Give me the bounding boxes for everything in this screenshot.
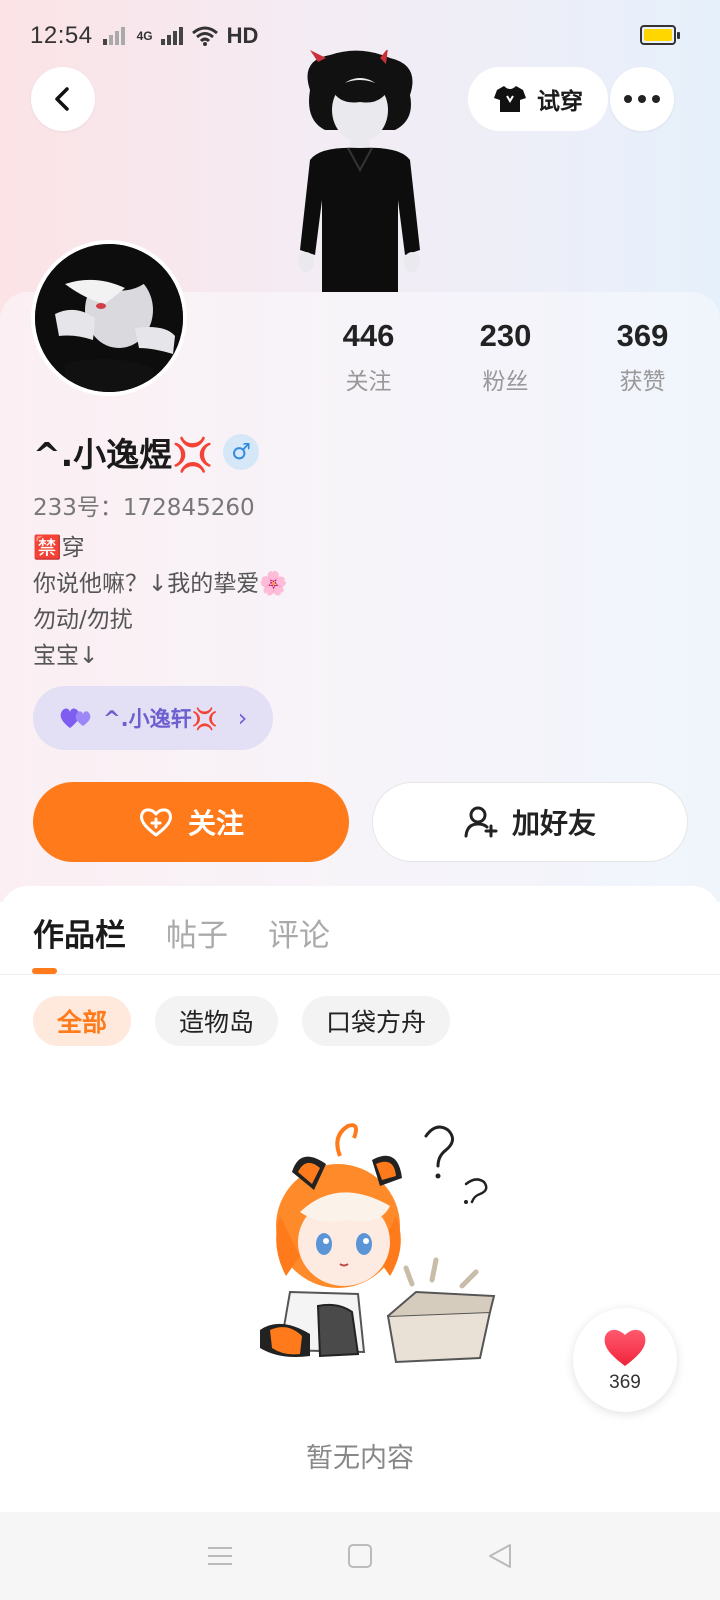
bio-line: 🈲穿 [33, 535, 85, 561]
stat-following-label: 关注 [345, 369, 392, 395]
battery-icon [640, 25, 680, 45]
filter-all[interactable]: 全部 [33, 996, 132, 1046]
hd-label: HD [226, 23, 259, 48]
more-button[interactable] [610, 67, 674, 131]
empty-state-text: 暂无内容 [0, 1436, 720, 1475]
like-count: 369 [609, 1372, 641, 1393]
stat-fans-label: 粉丝 [482, 369, 529, 395]
tab-works[interactable]: 作品栏 [33, 910, 126, 955]
tshirt-icon [494, 86, 526, 112]
tabs-divider [0, 974, 720, 975]
status-time: 12:54 [30, 22, 93, 49]
back-triangle-icon[interactable] [480, 1536, 520, 1576]
stats-row: 446 关注 230 粉丝 369 获赞 [300, 318, 720, 396]
bio-line: 宝宝↓ [33, 643, 99, 669]
menu-lines-icon [208, 1547, 232, 1565]
bio: 🈲穿 你说他嘛？↓我的挚爱🌸 勿动/勿扰 宝宝↓ [33, 530, 288, 674]
square-icon [348, 1544, 372, 1568]
stat-fans[interactable]: 230 粉丝 [437, 318, 574, 396]
heart-plus-icon [140, 808, 172, 837]
follow-label: 关注 [187, 807, 244, 840]
add-friend-label: 加好友 [511, 807, 596, 840]
add-friend-button[interactable]: 加好友 [372, 782, 688, 862]
content-tabs: 作品栏 帖子 评论 [33, 910, 330, 955]
chevron-left-icon [55, 87, 69, 111]
hearts-icon [60, 708, 91, 728]
like-button[interactable]: 369 [573, 1308, 677, 1412]
avatar-image [35, 244, 183, 392]
filter-chips: 全部 造物岛 口袋方舟 [33, 996, 451, 1046]
status-icons: 4G HD [102, 23, 259, 49]
stat-following-value: 446 [342, 318, 395, 353]
tab-comments[interactable]: 评论 [268, 910, 330, 955]
signal-icon-2 [160, 27, 183, 45]
network-label: 4G [136, 29, 153, 43]
stat-fans-value: 230 [479, 318, 532, 353]
avatar-character-figure [298, 50, 420, 296]
filter-creation-island[interactable]: 造物岛 [155, 996, 279, 1046]
triangle-back-icon [489, 1544, 511, 1568]
chevron-right-icon: › [237, 704, 248, 732]
empty-state-label: 暂无内容 [306, 1443, 414, 1474]
tab-posts[interactable]: 帖子 [166, 910, 228, 955]
username: ^.小逸煜💢 [33, 435, 214, 474]
try-on-button[interactable]: 试穿 [468, 67, 608, 131]
user-id[interactable]: 233号：172845260 [33, 488, 255, 522]
bio-line: 你说他嘛？↓我的挚爱🌸 [33, 571, 288, 597]
stat-likes-value: 369 [616, 318, 669, 353]
avatar[interactable] [31, 240, 187, 396]
content-panel: 作品栏 帖子 评论 全部 造物岛 口袋方舟 暂无内容 [0, 886, 720, 1516]
more-dots-icon [624, 95, 660, 103]
add-user-icon [464, 806, 498, 838]
home-square-icon[interactable] [340, 1536, 380, 1576]
empty-state-illustration [260, 1123, 496, 1364]
stat-likes-label: 获赞 [619, 369, 666, 395]
stat-following[interactable]: 446 关注 [300, 318, 437, 396]
heart-icon [604, 1329, 646, 1366]
signal-icon [102, 27, 125, 45]
filter-pocket-ark[interactable]: 口袋方舟 [302, 996, 451, 1046]
follow-button[interactable]: 关注 [33, 782, 349, 862]
back-button[interactable] [31, 67, 95, 131]
system-nav-bar [0, 1512, 720, 1600]
bio-line: 勿动/勿扰 [33, 607, 133, 633]
name-row: ^.小逸煜💢 ♂ [33, 428, 260, 476]
cp-link-pill[interactable]: ^.小逸轩💢 › [33, 686, 273, 750]
menu-icon[interactable] [200, 1536, 240, 1576]
wifi-icon [191, 26, 218, 46]
battery-level [644, 29, 672, 41]
cp-link-label: ^.小逸轩💢 [103, 707, 218, 731]
stat-likes[interactable]: 369 获赞 [574, 318, 711, 396]
try-on-label: 试穿 [537, 89, 583, 115]
gender-male-icon: ♂ [223, 434, 260, 470]
